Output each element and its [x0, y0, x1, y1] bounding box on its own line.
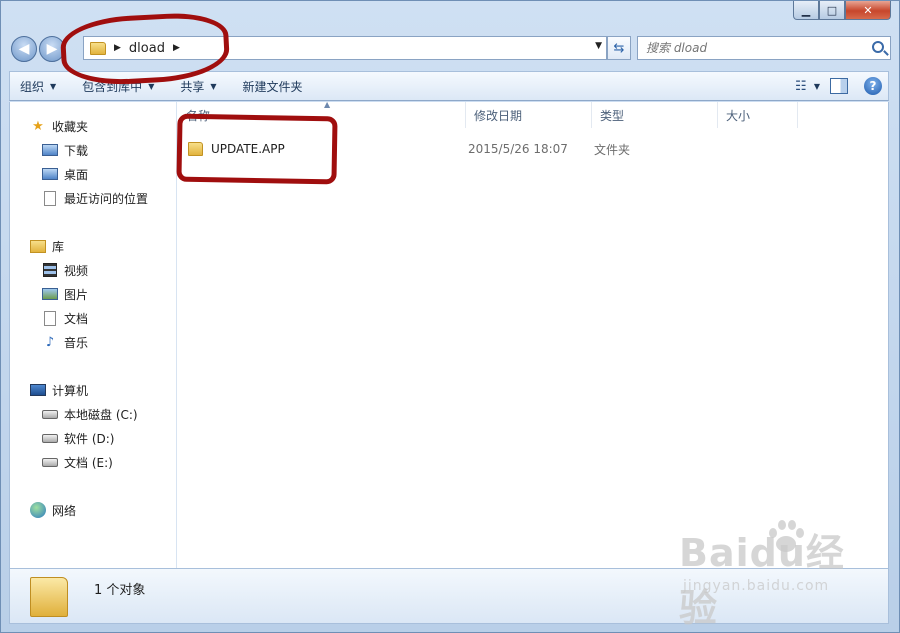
sidebar-item-label: 下载 [64, 143, 89, 158]
sidebar-item-pictures[interactable]: 图片 [10, 282, 176, 306]
drive-icon [42, 457, 58, 467]
system-drive-icon [42, 409, 58, 419]
preview-pane-icon[interactable] [830, 78, 848, 94]
sidebar-item-downloads[interactable]: 下载 [10, 138, 176, 162]
caption-buttons: ▁ □ ✕ [793, 1, 891, 23]
sidebar-item-drive-d[interactable]: 软件 (D:) [10, 426, 176, 450]
sidebar-item-label: 视频 [64, 263, 89, 278]
star-icon: ★ [32, 118, 44, 134]
sidebar-item-drive-e[interactable]: 文档 (E:) [10, 450, 176, 474]
sidebar-item-label: 文档 (E:) [64, 455, 113, 470]
sidebar-item-label: 文档 [64, 311, 89, 326]
video-icon [43, 263, 57, 277]
chevron-down-icon: ▼ [210, 81, 217, 91]
chevron-down-icon: ▼ [50, 81, 57, 91]
view-options-icon[interactable]: ☷ [790, 76, 812, 96]
sidebar-item-videos[interactable]: 视频 [10, 258, 176, 282]
picture-icon [42, 288, 58, 300]
column-header-date[interactable]: 修改日期 [466, 102, 592, 128]
content-area: ★ 收藏夹 下载 桌面 最近访问的位置 库 视频 图片 文档 ♪ 音乐 计算机 … [9, 100, 889, 568]
search-icon[interactable] [872, 41, 884, 53]
search-box[interactable] [637, 36, 891, 60]
desktop-icon [42, 168, 58, 180]
close-button[interactable]: ✕ [845, 1, 891, 20]
network-icon [30, 502, 46, 518]
sidebar-item-network[interactable]: 网络 [10, 498, 176, 522]
chevron-down-icon[interactable]: ▼ [595, 41, 602, 51]
maximize-button[interactable]: □ [819, 1, 845, 20]
sidebar-item-label: 最近访问的位置 [64, 191, 149, 206]
refresh-button[interactable]: ⇆ [607, 36, 631, 60]
sidebar-item-label: 本地磁盘 (C:) [64, 407, 138, 422]
sidebar-item-favorites[interactable]: ★ 收藏夹 [10, 114, 176, 138]
file-type: 文件夹 [594, 142, 631, 157]
minimize-button[interactable]: ▁ [793, 1, 819, 20]
sidebar-item-drive-c[interactable]: 本地磁盘 (C:) [10, 402, 176, 426]
sidebar-item-computer[interactable]: 计算机 [10, 378, 176, 402]
share-label: 共享 [180, 79, 205, 94]
chevron-down-icon[interactable]: ▼ [814, 82, 820, 91]
arrow-left-icon: ◀ [18, 41, 30, 57]
new-folder-label: 新建文件夹 [242, 79, 303, 94]
sidebar-item-label: 软件 (D:) [64, 431, 115, 446]
arrow-right-icon: ▶ [46, 41, 58, 57]
sidebar-item-label: 收藏夹 [52, 119, 89, 134]
recent-places-icon [44, 190, 56, 206]
sort-ascending-icon: ▲ [324, 100, 331, 109]
explorer-window: ▁ □ ✕ ◀ ▶ ▶ dload ▶ ▼ ⇆ 组织▼ 包含到库中▼ 共享▼ 新… [0, 0, 900, 633]
sidebar-item-desktop[interactable]: 桌面 [10, 162, 176, 186]
organize-menu[interactable]: 组织 ▼ [20, 78, 56, 95]
watermark-brand: Baidu经验 [679, 531, 845, 630]
sidebar-item-label: 桌面 [64, 167, 89, 182]
column-header-size[interactable]: 大小 [718, 102, 798, 128]
refresh-icon: ⇆ [613, 40, 625, 56]
sidebar-item-label: 计算机 [52, 383, 89, 398]
music-icon: ♪ [45, 334, 55, 350]
annotation-box-file [176, 113, 338, 185]
document-icon [44, 310, 56, 326]
sidebar-item-recent[interactable]: 最近访问的位置 [10, 186, 176, 210]
sidebar-item-label: 音乐 [64, 335, 89, 350]
sidebar-item-libraries[interactable]: 库 [10, 234, 176, 258]
sidebar-item-documents[interactable]: 文档 [10, 306, 176, 330]
sidebar-item-label: 图片 [64, 287, 89, 302]
back-button[interactable]: ◀ [11, 36, 37, 62]
folder-icon [30, 577, 68, 617]
item-count: 1 个对象 [94, 583, 146, 598]
share-menu[interactable]: 共享 ▼ [180, 78, 216, 95]
sidebar-item-music[interactable]: ♪ 音乐 [10, 330, 176, 354]
libraries-icon [30, 239, 46, 253]
watermark: Baidu经验 jingyan.baidu.com [679, 520, 879, 630]
computer-icon [30, 384, 46, 396]
navigation-pane: ★ 收藏夹 下载 桌面 最近访问的位置 库 视频 图片 文档 ♪ 音乐 计算机 … [10, 102, 177, 568]
chevron-down-icon: ▼ [148, 81, 155, 91]
organize-label: 组织 [20, 79, 45, 94]
downloads-icon [42, 144, 58, 156]
view-controls: ☷ ▼ ? [790, 76, 882, 96]
sidebar-item-label: 库 [52, 239, 65, 254]
sidebar-item-label: 网络 [52, 503, 77, 518]
search-input[interactable] [646, 41, 866, 55]
drive-icon [42, 433, 58, 443]
column-header-type[interactable]: 类型 [592, 102, 718, 128]
new-folder-button[interactable]: 新建文件夹 [243, 78, 303, 95]
help-icon[interactable]: ? [864, 77, 882, 95]
watermark-url: jingyan.baidu.com [683, 578, 830, 594]
file-date: 2015/5/26 18:07 [468, 142, 568, 156]
